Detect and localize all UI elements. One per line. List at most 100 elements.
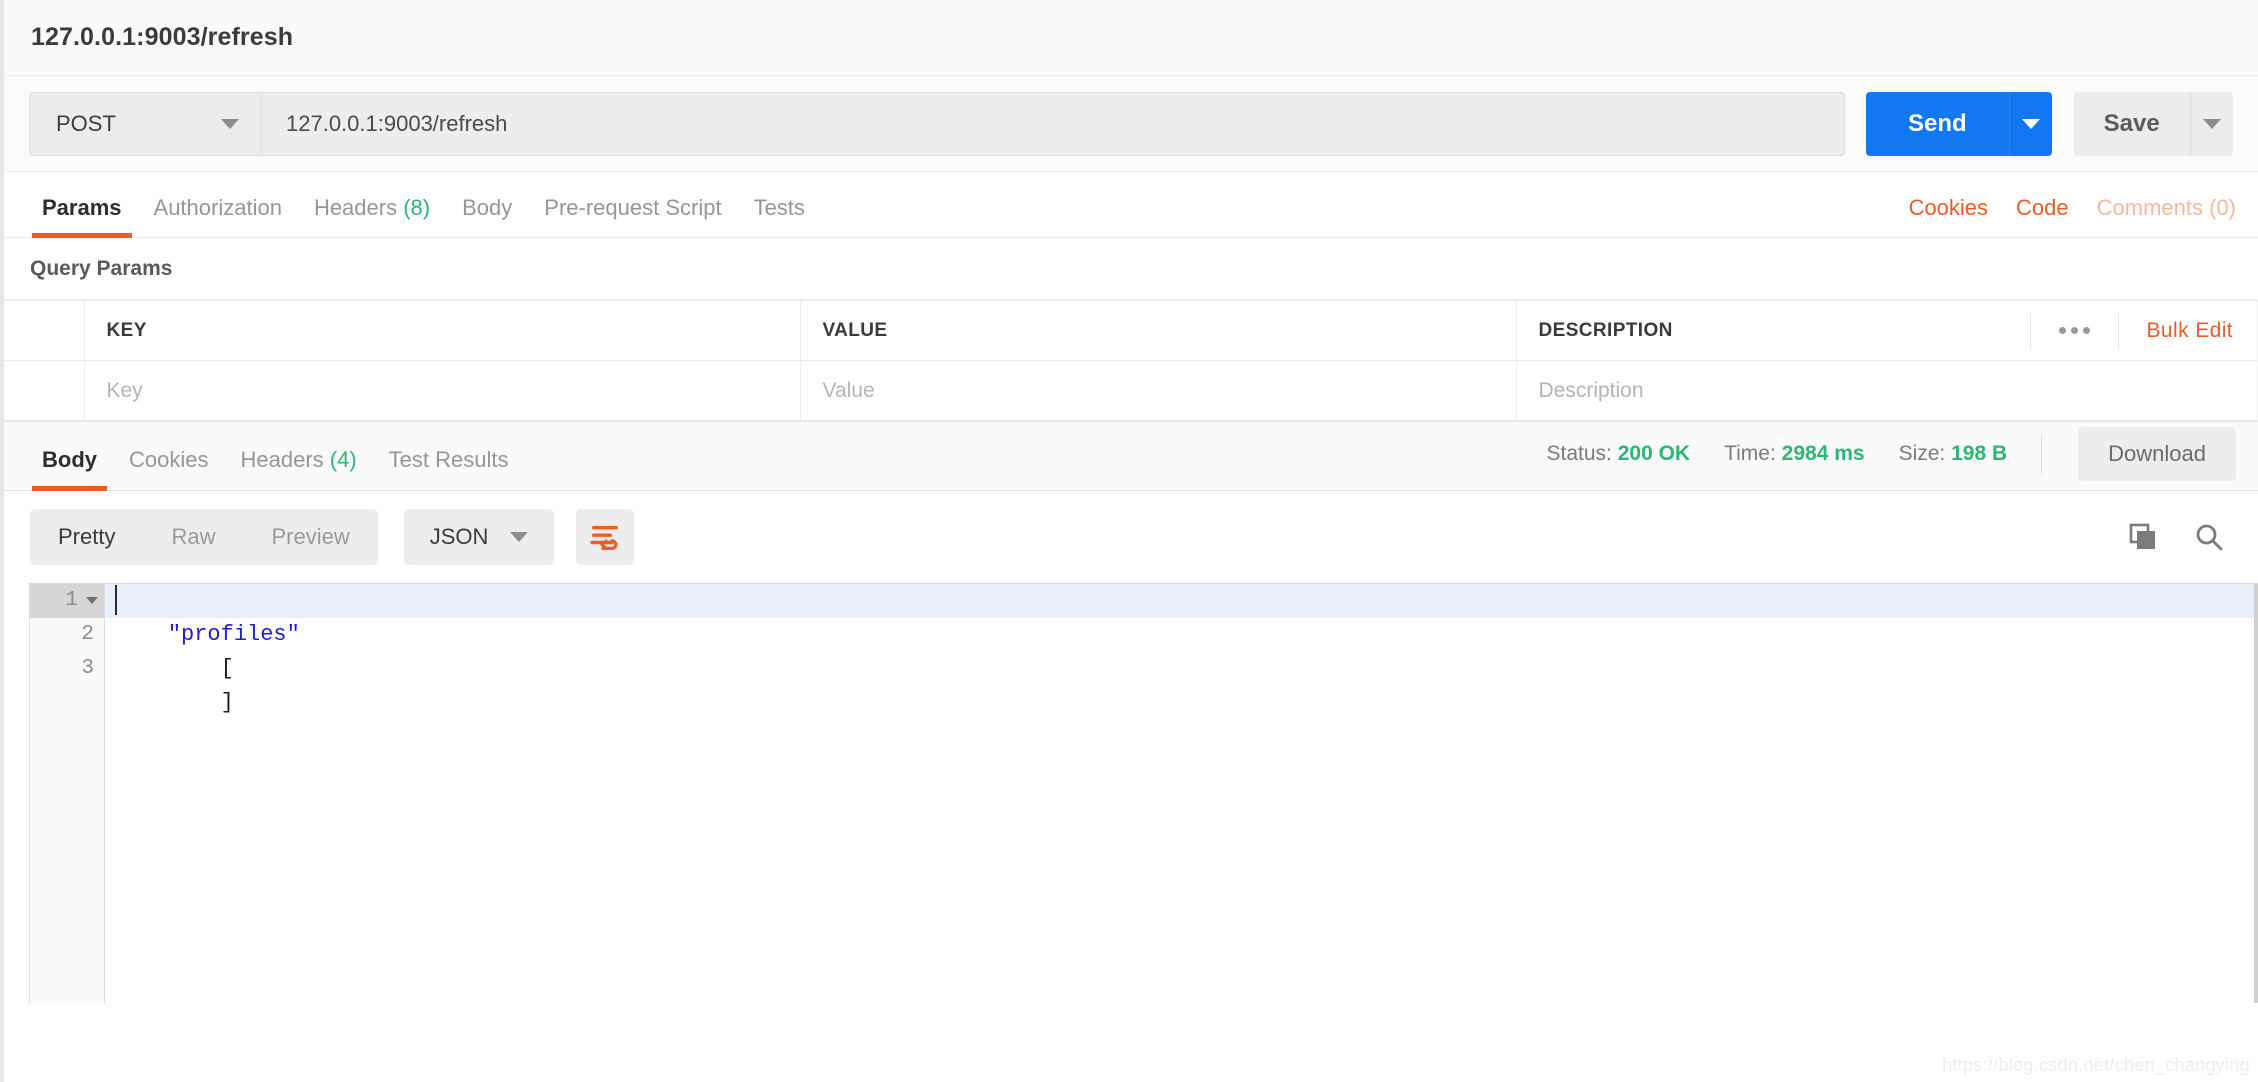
tab-response-body[interactable]: Body [26,447,113,491]
response-format-select[interactable]: JSON [403,509,555,565]
tab-authorization-label: Authorization [153,195,282,220]
line-number-1[interactable]: 1 [30,584,104,618]
response-body-toolbar: Pretty Raw Preview JSON [4,491,2258,583]
view-mode-pretty[interactable]: Pretty [30,509,143,565]
send-options-button[interactable] [2008,91,2052,156]
param-value-input[interactable]: Value [800,360,1517,421]
tab-test-results[interactable]: Test Results [373,447,525,490]
response-format-label: JSON [429,524,489,549]
code-line-2-string: "profiles" [167,622,300,647]
copy-icon [2129,523,2155,549]
view-mode-preview[interactable]: Preview [243,509,377,565]
download-button[interactable]: Download [2078,427,2236,481]
status-label: Status: [1546,442,1612,465]
size-value: 198 B [1951,442,2008,465]
chevron-down-icon [2202,118,2221,129]
code-line-2-indent [115,622,168,647]
response-body-actions [2128,522,2232,552]
view-mode-raw[interactable]: Raw [143,509,243,565]
response-meta: Status: 200 OK Time: 2984 ms Size: 198 B… [1547,427,2236,490]
code-link[interactable]: Code [2016,195,2069,221]
code-fold-icon[interactable] [86,597,98,604]
tab-authorization[interactable]: Authorization [138,195,298,237]
size-badge: Size: 198 B [1899,442,2008,466]
http-method-select[interactable]: POST [29,91,262,156]
tab-response-body-label: Body [42,447,97,472]
line-number-gutter: 1 2 3 [30,584,105,1003]
tab-params[interactable]: Params [26,195,138,238]
bulk-edit-button[interactable]: Bulk Edit [2117,312,2257,349]
request-tablist: Params Authorization Headers (8) Body Pr… [26,172,821,238]
divider [2041,434,2043,474]
table-header-row: KEY VALUE DESCRIPTION Bulk Edit [4,300,2258,361]
send-button-group: Send [1866,91,2052,156]
line-number-2-label: 2 [81,623,94,646]
search-button[interactable] [2194,522,2224,552]
time-value: 2984 ms [1781,442,1865,465]
param-description-input[interactable]: Description [1516,360,2258,421]
select-all-column [4,300,85,361]
window-titlebar: 127.0.0.1:9003/refresh [4,0,2258,76]
tab-response-headers-label: Headers [240,447,324,472]
response-tabs: Body Cookies Headers (4) Test Results St… [4,421,2258,491]
tab-response-headers[interactable]: Headers (4) [224,447,372,490]
tab-response-headers-count: (4) [329,447,357,472]
watermark: https://blog.csdn.net/chen_changying [1941,1055,2250,1075]
request-url-input[interactable]: 127.0.0.1:9003/refresh [262,91,1845,156]
comments-link[interactable]: Comments (0) [2097,195,2236,221]
chevron-down-icon [510,532,529,542]
time-badge: Time: 2984 ms [1724,442,1864,466]
row-checkbox-cell[interactable] [4,360,85,421]
code-content[interactable]: [ "profiles" ] [105,584,2258,1003]
column-header-description: DESCRIPTION Bulk Edit [1516,300,2258,361]
column-header-key: KEY [84,300,801,361]
status-badge: Status: 200 OK [1547,442,1691,466]
response-tablist: Body Cookies Headers (4) Test Results [26,422,525,491]
tab-headers-count: (8) [403,195,431,220]
request-url-bar: POST 127.0.0.1:9003/refresh Send Save [4,76,2258,172]
save-button-group: Save [2073,91,2233,156]
tab-params-label: Params [42,195,122,220]
tab-headers[interactable]: Headers (8) [298,195,446,237]
method-url-group: POST 127.0.0.1:9003/refresh [29,91,1845,156]
line-number-3: 3 [30,652,104,686]
query-params-table: KEY VALUE DESCRIPTION Bulk Edit Key Valu… [4,300,2258,421]
save-options-button[interactable] [2189,91,2233,156]
tab-body-label: Body [462,195,513,220]
search-icon [2196,524,2223,551]
page-title: 127.0.0.1:9003/refresh [31,23,294,51]
code-line-3-text: ] [220,690,234,715]
copy-button[interactable] [2128,522,2158,552]
size-label: Size: [1898,442,1946,465]
line-number-1-label: 1 [65,589,78,612]
tab-pre-request-script-label: Pre-request Script [544,195,722,220]
query-params-title: Query Params [4,238,2258,300]
view-mode-segmented-control: Pretty Raw Preview [30,509,378,565]
cookies-link[interactable]: Cookies [1909,195,1988,221]
word-wrap-icon [590,526,619,550]
text-cursor [115,585,117,615]
more-options-icon[interactable] [2029,312,2118,349]
tab-response-cookies[interactable]: Cookies [113,447,224,490]
tab-body[interactable]: Body [446,195,528,237]
param-key-input[interactable]: Key [84,360,801,421]
word-wrap-button[interactable] [576,509,635,565]
line-number-2: 2 [30,618,104,652]
vertical-scrollbar[interactable] [2254,584,2258,1003]
chevron-down-icon [221,118,239,129]
send-button[interactable]: Send [1866,91,2009,156]
column-header-description-label: DESCRIPTION [1538,319,1673,341]
postman-window: 127.0.0.1:9003/refresh POST 127.0.0.1:90… [0,0,2258,1082]
table-row: Key Value Description [4,360,2258,421]
response-body-viewer[interactable]: 1 2 3 [ "profiles" ] [29,583,2258,1003]
save-button[interactable]: Save [2073,91,2190,156]
tab-test-results-label: Test Results [388,447,509,472]
chevron-down-icon [2021,118,2040,129]
tab-pre-request-script[interactable]: Pre-request Script [528,195,737,237]
time-label: Time: [1724,442,1776,465]
tab-tests-label: Tests [753,195,805,220]
column-header-value: VALUE [800,300,1517,361]
code-line-3: ] [105,652,2258,715]
line-number-3-label: 3 [81,657,94,680]
tab-tests[interactable]: Tests [738,195,821,237]
